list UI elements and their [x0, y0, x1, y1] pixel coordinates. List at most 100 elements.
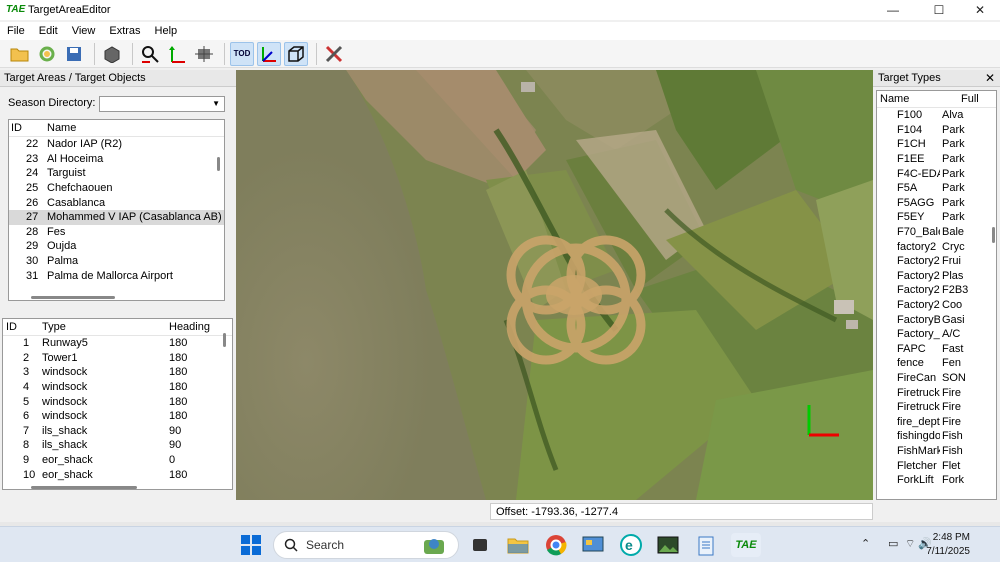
- table-row[interactable]: 6 windsock 180: [3, 409, 232, 424]
- menu-extras[interactable]: Extras: [102, 25, 147, 37]
- list-item[interactable]: F1EE Park: [877, 152, 996, 167]
- list-item[interactable]: F5A Park: [877, 181, 996, 196]
- types-col-name[interactable]: Name: [877, 93, 961, 105]
- list-item[interactable]: F70_BalearesBale: [877, 225, 996, 240]
- list-item[interactable]: FireCan SON: [877, 371, 996, 386]
- table-row[interactable]: 5 windsock 180: [3, 394, 232, 409]
- list-item[interactable]: Firetruck1Fire: [877, 385, 996, 400]
- table-row[interactable]: 7 ils_shack 90: [3, 424, 232, 439]
- types-col-full[interactable]: Full: [961, 93, 979, 105]
- list-item[interactable]: 23 Al Hoceima: [9, 152, 224, 167]
- list-item[interactable]: ForkLift Fork: [877, 473, 996, 488]
- list-item[interactable]: 22 Nador IAP (R2): [9, 137, 224, 152]
- type-full: Fork: [942, 474, 964, 487]
- close-icon[interactable]: ✕: [985, 71, 995, 85]
- table-row[interactable]: 10 eor_shack 180: [3, 467, 232, 482]
- list-item[interactable]: Factory2-B3F2B3: [877, 283, 996, 298]
- table-row[interactable]: 3 windsock 180: [3, 365, 232, 380]
- list-item[interactable]: Factory_M17A/C: [877, 327, 996, 342]
- objects-col-id[interactable]: ID: [3, 321, 37, 333]
- notepad-button[interactable]: [694, 533, 718, 557]
- season-directory-select[interactable]: ▼: [99, 96, 225, 112]
- target-areas-list[interactable]: ID Name 22 Nador IAP (R2) 23 Al Hoceima 24 Ta…: [8, 119, 225, 301]
- list-item[interactable]: 30 Palma: [9, 254, 224, 269]
- target-objects-list[interactable]: ID Type Heading 1 Runway5 180 2 Tower1 180 3 wi…: [2, 318, 233, 490]
- grid-button[interactable]: [192, 42, 216, 66]
- list-item[interactable]: fishingdockFish: [877, 429, 996, 444]
- list-item[interactable]: Fletcher Flet: [877, 458, 996, 473]
- start-button[interactable]: [239, 533, 263, 557]
- objects-col-heading[interactable]: Heading: [169, 321, 210, 333]
- list-item[interactable]: 24 Targuist: [9, 166, 224, 181]
- task-view-button[interactable]: [468, 533, 492, 557]
- table-row[interactable]: 4 windsock 180: [3, 380, 232, 395]
- objects-col-type[interactable]: Type: [37, 321, 169, 333]
- table-row[interactable]: 2 Tower1 180: [3, 351, 232, 366]
- close-button[interactable]: ✕: [960, 0, 1000, 20]
- chevron-up-icon[interactable]: ⌃: [861, 537, 870, 550]
- season-row: Season Directory:: [8, 97, 95, 109]
- target-area-editor-taskbar-button[interactable]: TAE: [731, 533, 761, 557]
- list-item[interactable]: FactoryB3-k...Gasi: [877, 312, 996, 327]
- list-item[interactable]: fire_dept Fire: [877, 414, 996, 429]
- list-item[interactable]: F1CH Park: [877, 137, 996, 152]
- menu-view[interactable]: View: [65, 25, 103, 37]
- list-item[interactable]: F100 Alva: [877, 108, 996, 123]
- monitor-icon[interactable]: ▭: [888, 537, 898, 550]
- list-item[interactable]: FishMarketFish: [877, 444, 996, 459]
- table-row[interactable]: 1 Runway5 180: [3, 336, 232, 351]
- types-vscroll[interactable]: [992, 227, 995, 243]
- areas-hscroll[interactable]: [31, 296, 115, 299]
- edge-button[interactable]: e: [619, 533, 643, 557]
- list-item[interactable]: F104 Park: [877, 123, 996, 138]
- list-item[interactable]: F5AGG Park: [877, 196, 996, 211]
- list-item[interactable]: 27 Mohammed V IAP (Casablanca AB): [9, 209, 224, 225]
- menu-edit[interactable]: Edit: [32, 25, 65, 37]
- list-item[interactable]: Factory2-B2Plas: [877, 269, 996, 284]
- list-item[interactable]: 25 Chefchaouen: [9, 181, 224, 196]
- menu-file[interactable]: File: [0, 25, 32, 37]
- file-explorer-button[interactable]: [506, 533, 530, 557]
- areas-col-id[interactable]: ID: [9, 122, 27, 134]
- list-item[interactable]: F5EY Park: [877, 210, 996, 225]
- list-item[interactable]: 28 Fes: [9, 225, 224, 240]
- menu-help[interactable]: Help: [148, 25, 185, 37]
- areas-col-name[interactable]: Name: [27, 122, 76, 134]
- move-button[interactable]: [165, 42, 189, 66]
- list-item[interactable]: Factory2-B1Frui: [877, 254, 996, 269]
- chrome-button[interactable]: [544, 533, 568, 557]
- list-item[interactable]: Factory2-piecCoo: [877, 298, 996, 313]
- control-panel-button[interactable]: [581, 533, 605, 557]
- objects-vscroll[interactable]: [223, 333, 226, 347]
- map-view[interactable]: [236, 70, 873, 500]
- photos-button[interactable]: [656, 533, 680, 557]
- axes-button[interactable]: [257, 41, 281, 66]
- save-button[interactable]: [62, 42, 86, 66]
- objects-hscroll[interactable]: [31, 486, 137, 489]
- list-item[interactable]: factory2 Cryc: [877, 239, 996, 254]
- clock[interactable]: 2:48 PM 7/11/2025: [926, 531, 970, 559]
- tools-button[interactable]: [322, 42, 346, 66]
- table-row[interactable]: 9 eor_shack 0: [3, 453, 232, 468]
- maximize-button[interactable]: ☐: [919, 0, 959, 20]
- areas-vscroll[interactable]: [217, 157, 220, 171]
- table-row[interactable]: 8 ils_shack 90: [3, 438, 232, 453]
- object-button[interactable]: [100, 42, 124, 66]
- list-item[interactable]: F4C-EDA Park: [877, 166, 996, 181]
- tod-button[interactable]: TOD: [230, 41, 254, 66]
- taskbar-search[interactable]: Search: [273, 531, 459, 559]
- type-name: Factory2-B2: [897, 269, 940, 282]
- list-item[interactable]: 26 Casablanca: [9, 195, 224, 210]
- target-types-list[interactable]: Name Full F100 Alva F104 Park F1CH Park F1EE Pa…: [876, 90, 997, 500]
- list-item[interactable]: 29 Oujda: [9, 239, 224, 254]
- minimize-button[interactable]: —: [873, 0, 913, 20]
- network-icon[interactable]: ⌔: [905, 537, 915, 551]
- reload-button[interactable]: [35, 42, 59, 66]
- bounding-box-button[interactable]: [284, 41, 308, 66]
- list-item[interactable]: Firetruck2Fire: [877, 400, 996, 415]
- list-item[interactable]: 31 Palma de Mallorca Airport: [9, 268, 224, 283]
- open-button[interactable]: [8, 42, 32, 66]
- list-item[interactable]: fence Fen: [877, 356, 996, 371]
- zoom-button[interactable]: [138, 42, 162, 66]
- list-item[interactable]: FAPC Fast: [877, 342, 996, 357]
